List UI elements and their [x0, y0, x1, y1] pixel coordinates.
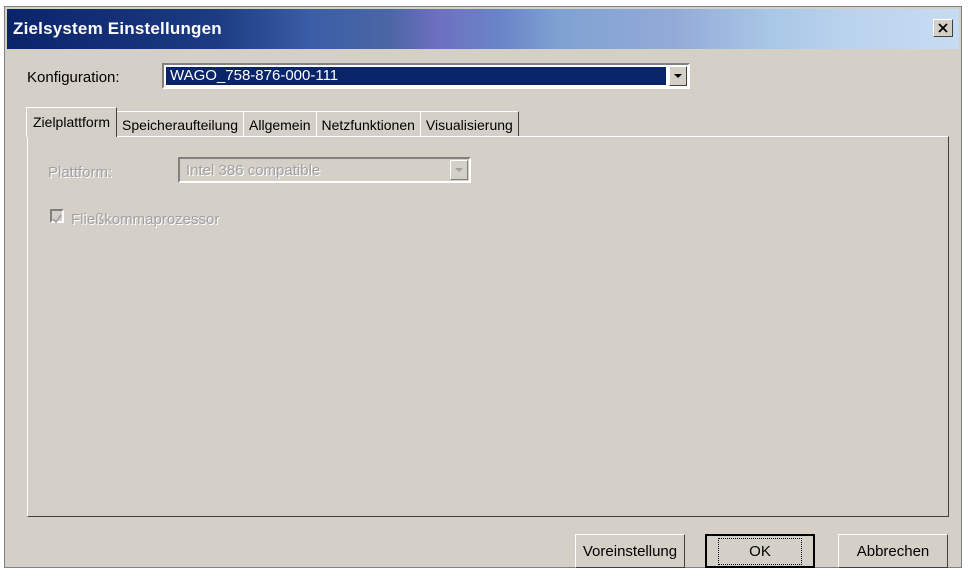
close-icon — [938, 23, 948, 33]
plattform-dropdown[interactable]: Intel 386 compatible — [178, 157, 471, 183]
window-title: Zielsystem Einstellungen — [13, 19, 222, 38]
tab-strip: Zielplattform Speicheraufteilung Allgeme… — [26, 107, 519, 137]
settings-dialog: Zielsystem Einstellungen Konfiguration: … — [4, 6, 962, 568]
chevron-down-icon — [455, 167, 463, 172]
title-bar[interactable]: Zielsystem Einstellungen — [7, 9, 959, 49]
ok-label: OK — [718, 537, 802, 565]
konfiguration-dropdown[interactable]: WAGO_758-876-000-111 — [162, 63, 690, 89]
plattform-dropdown-arrow[interactable] — [450, 160, 468, 180]
fpu-checkbox[interactable] — [50, 209, 64, 224]
chevron-down-icon — [674, 73, 682, 78]
konfiguration-value: WAGO_758-876-000-111 — [166, 67, 666, 85]
abbrechen-button[interactable]: Abbrechen — [838, 534, 948, 568]
voreinstellung-button[interactable]: Voreinstellung — [575, 534, 685, 568]
abbrechen-label: Abbrechen — [856, 542, 930, 560]
tab-netzfunktionen[interactable]: Netzfunktionen — [315, 111, 421, 137]
tab-allgemein[interactable]: Allgemein — [243, 111, 317, 137]
fpu-label: Fließkommaprozessor — [71, 211, 220, 228]
close-button[interactable] — [933, 19, 953, 37]
konfiguration-label: Konfiguration: — [27, 69, 120, 86]
dropdown-arrow-button[interactable] — [669, 66, 687, 86]
plattform-value: Intel 386 compatible — [186, 162, 321, 179]
tab-zielplattform[interactable]: Zielplattform — [26, 107, 118, 137]
tab-speicheraufteilung[interactable]: Speicheraufteilung — [116, 111, 245, 137]
voreinstellung-label: Voreinstellung — [582, 542, 678, 560]
checkmark-icon — [52, 214, 62, 224]
ok-button[interactable]: OK — [705, 534, 815, 568]
tab-visualisierung[interactable]: Visualisierung — [419, 111, 519, 137]
tab-panel-zielplattform: Plattform: Intel 386 compatible Fließkom… — [27, 136, 949, 517]
plattform-label: Plattform: — [48, 164, 113, 181]
